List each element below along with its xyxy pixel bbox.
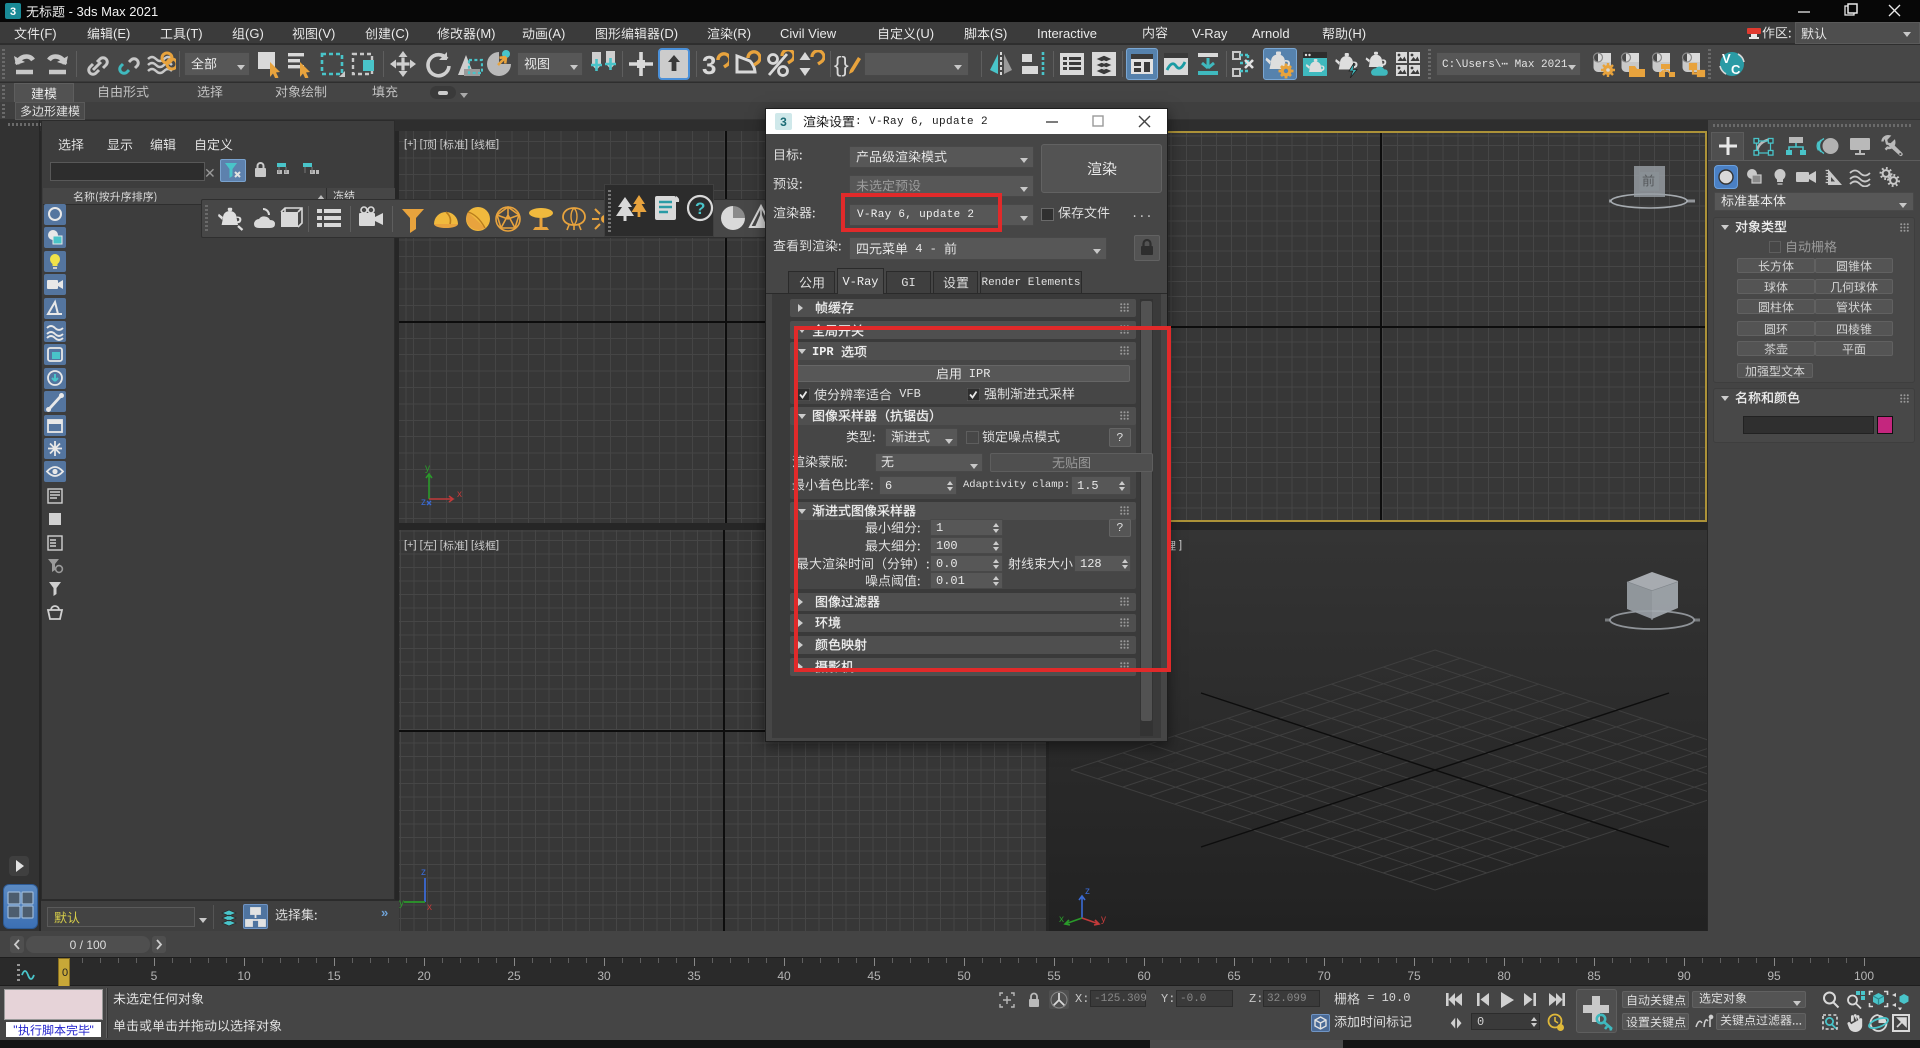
svg-text:y: y	[399, 898, 404, 909]
svg-text:C: C	[1731, 62, 1741, 77]
svg-text:3: 3	[10, 6, 16, 18]
svg-text:V: V	[1722, 51, 1731, 66]
svg-text:z: z	[421, 497, 426, 507]
svg-text:z: z	[1085, 886, 1090, 897]
svg-text:?: ?	[695, 199, 705, 218]
svg-text:x: x	[427, 902, 432, 913]
svg-text:y: y	[425, 463, 430, 474]
svg-text:x: x	[1059, 914, 1064, 925]
svg-text:x: x	[457, 489, 462, 500]
svg-text:{}: {}	[834, 52, 849, 77]
svg-text:z: z	[421, 867, 426, 878]
svg-text:3: 3	[780, 115, 787, 129]
svg-text:y: y	[1101, 914, 1106, 925]
svg-text:3: 3	[702, 50, 716, 78]
